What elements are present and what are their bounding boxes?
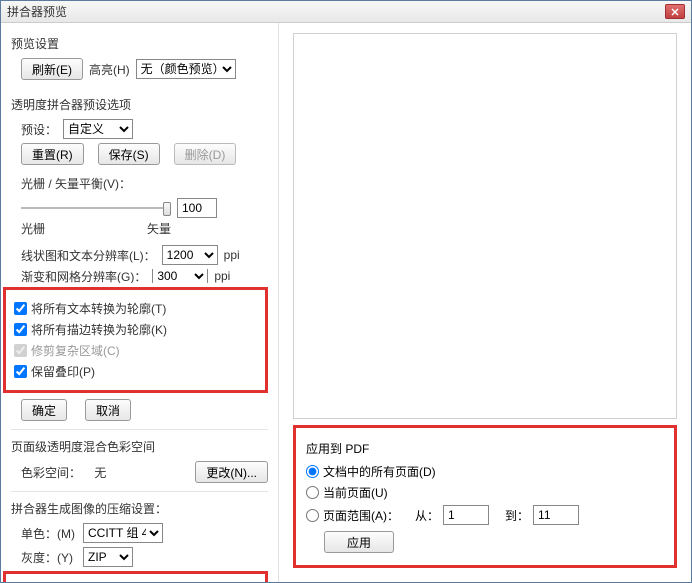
page-range-radio[interactable] — [306, 509, 319, 522]
preview-settings-heading: 预览设置 — [11, 35, 268, 52]
close-icon — [671, 8, 679, 16]
clip-complex-label: 修剪复杂区域(C) — [31, 342, 120, 359]
apply-pdf-heading: 应用到 PDF — [306, 440, 664, 457]
preset-select[interactable]: 自定义 — [63, 119, 133, 139]
all-pages-label: 文档中的所有页面(D) — [323, 463, 436, 480]
highlighted-convert-region: 将所有文本转换为轮廓(T) 将所有描边转换为轮廓(K) 修剪复杂区域(C) 保留… — [3, 287, 268, 393]
preserve-overprint-label: 保留叠印(P) — [31, 363, 95, 380]
highlighted-color-compress-region: 颜色：(O) JPEG 质量：(Q) 最高 — [3, 571, 268, 582]
grad-mesh-res-select[interactable]: 300 — [152, 269, 208, 283]
left-panel: 预览设置 刷新(E) 高亮(H) 无（颜色预览） 透明度拼合器预设选项 预设： … — [1, 23, 279, 582]
reset-button[interactable]: 重置(R) — [21, 143, 84, 165]
line-text-res-label: 线状图和文本分辨率(L)： — [21, 247, 156, 264]
current-page-label: 当前页面(U) — [323, 484, 388, 501]
mono-select[interactable]: CCITT 组 4 — [83, 523, 163, 543]
axis-left-label: 光栅 — [21, 220, 45, 237]
ppi-unit-2: ppi — [214, 269, 230, 283]
compress-heading: 拼合器生成图像的压缩设置： — [11, 500, 268, 517]
stroke-to-outline-checkbox[interactable] — [14, 323, 27, 336]
window-title: 拼合器预览 — [7, 3, 67, 20]
preserve-overprint-checkbox[interactable] — [14, 365, 27, 378]
window: 拼合器预览 预览设置 刷新(E) 高亮(H) 无（颜色预览） 透明度拼合器预设选… — [0, 0, 692, 583]
preset-label: 预设： — [21, 121, 57, 138]
highlight-select[interactable]: 无（颜色预览） — [136, 59, 236, 79]
gray-select[interactable]: ZIP — [83, 547, 133, 567]
highlight-label: 高亮(H) — [89, 61, 130, 78]
close-button[interactable] — [665, 4, 685, 19]
stroke-to-outline-label: 将所有描边转换为轮廓(K) — [31, 321, 167, 338]
flattener-heading: 透明度拼合器预设选项 — [11, 96, 268, 113]
page-range-label: 页面范围(A)： — [323, 507, 399, 524]
highlighted-apply-pdf-region: 应用到 PDF 文档中的所有页面(D) 当前页面(U) 页面范围(A)： 从： — [293, 425, 677, 568]
line-text-res-select[interactable]: 1200 — [162, 245, 218, 265]
color-space-value: 无 — [94, 466, 106, 480]
ppi-unit-1: ppi — [224, 248, 240, 262]
clip-complex-checkbox — [14, 344, 27, 357]
color-space-heading: 页面级透明度混合色彩空间 — [11, 438, 268, 455]
text-to-outline-label: 将所有文本转换为轮廓(T) — [31, 300, 166, 317]
gray-label: 灰度：(Y) — [21, 549, 77, 566]
to-input[interactable] — [533, 505, 579, 525]
ok-button[interactable]: 确定 — [21, 399, 67, 421]
change-color-space-button[interactable]: 更改(N)... — [195, 461, 268, 483]
right-panel: 应用到 PDF 文档中的所有页面(D) 当前页面(U) 页面范围(A)： 从： — [279, 23, 691, 582]
delete-button: 删除(D) — [174, 143, 237, 165]
apply-button[interactable]: 应用 — [324, 531, 394, 553]
balance-value-input[interactable] — [177, 198, 217, 218]
preview-area — [293, 33, 677, 419]
balance-label: 光栅 / 矢量平衡(V)： — [21, 175, 268, 192]
current-page-radio[interactable] — [306, 486, 319, 499]
to-label: 到： — [505, 507, 529, 524]
refresh-button[interactable]: 刷新(E) — [21, 58, 83, 80]
grad-mesh-res-label: 渐变和网格分辨率(G)： — [21, 269, 146, 283]
text-to-outline-checkbox[interactable] — [14, 302, 27, 315]
axis-right-label: 矢量 — [147, 220, 171, 237]
from-input[interactable] — [443, 505, 489, 525]
from-label: 从： — [415, 507, 439, 524]
color-space-label: 色彩空间： — [21, 466, 81, 480]
balance-slider[interactable] — [21, 200, 171, 216]
cancel-button[interactable]: 取消 — [85, 399, 131, 421]
titlebar: 拼合器预览 — [1, 1, 691, 23]
all-pages-radio[interactable] — [306, 465, 319, 478]
save-button[interactable]: 保存(S) — [98, 143, 160, 165]
mono-label: 单色：(M) — [21, 525, 77, 542]
